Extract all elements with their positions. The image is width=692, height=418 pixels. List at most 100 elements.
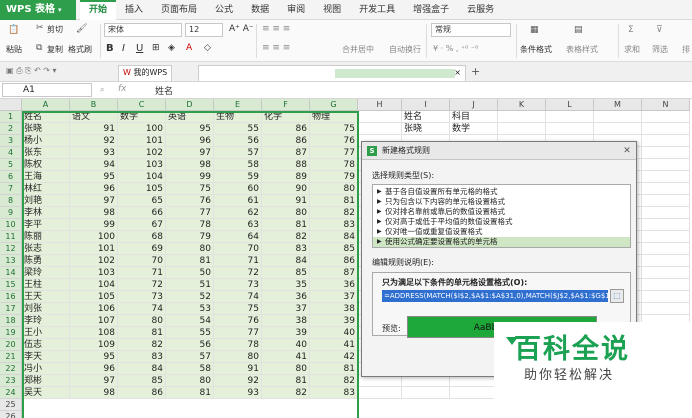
- sum-icon[interactable]: Σ: [628, 25, 634, 35]
- table-cell[interactable]: 100: [118, 123, 166, 135]
- close-tab-icon[interactable]: ×: [454, 66, 461, 80]
- table-cell[interactable]: 39: [262, 327, 310, 339]
- table-cell[interactable]: [642, 267, 690, 279]
- table-cell[interactable]: 83: [310, 387, 358, 399]
- rule-type-item[interactable]: ▶ 仅对高于或低于平均值的数值设置格式: [373, 217, 630, 227]
- table-cell[interactable]: [642, 219, 690, 231]
- table-cell[interactable]: 95: [166, 123, 214, 135]
- table-cell[interactable]: [358, 111, 402, 123]
- table-cell[interactable]: 95: [70, 351, 118, 363]
- select-all-corner[interactable]: [0, 99, 22, 111]
- bold-icon[interactable]: B: [106, 43, 114, 54]
- row-header[interactable]: 5: [0, 159, 22, 171]
- table-cell[interactable]: [642, 195, 690, 207]
- table-cell[interactable]: [546, 123, 594, 135]
- row-header[interactable]: 15: [0, 279, 22, 291]
- column-header[interactable]: H: [358, 99, 402, 111]
- table-cell[interactable]: 98: [70, 387, 118, 399]
- table-cell[interactable]: 84: [118, 363, 166, 375]
- tab-menu[interactable]: 云服务: [458, 0, 503, 20]
- table-cell[interactable]: 82: [310, 207, 358, 219]
- border-icon[interactable]: ⊞: [152, 43, 160, 53]
- clear-format-icon[interactable]: ◇: [204, 43, 211, 53]
- table-cell[interactable]: 52: [166, 291, 214, 303]
- column-header[interactable]: M: [594, 99, 642, 111]
- table-cell[interactable]: 41: [310, 339, 358, 351]
- table-cell[interactable]: 85: [118, 375, 166, 387]
- table-style-icon[interactable]: ▤: [574, 25, 583, 35]
- row-header[interactable]: 10: [0, 219, 22, 231]
- column-header[interactable]: D: [166, 99, 214, 111]
- table-cell[interactable]: [642, 147, 690, 159]
- row-header[interactable]: 4: [0, 147, 22, 159]
- table-cell[interactable]: 56: [214, 135, 262, 147]
- column-header[interactable]: G: [310, 99, 358, 111]
- table-cell[interactable]: 王柱: [22, 279, 70, 291]
- column-header[interactable]: E: [214, 99, 262, 111]
- table-cell[interactable]: [642, 291, 690, 303]
- table-cell[interactable]: 90: [262, 183, 310, 195]
- table-cell[interactable]: 75: [310, 123, 358, 135]
- table-cell[interactable]: [642, 171, 690, 183]
- table-cell[interactable]: 80: [310, 183, 358, 195]
- table-cell[interactable]: 70: [214, 243, 262, 255]
- table-cell[interactable]: 58: [166, 363, 214, 375]
- font-size-select[interactable]: 12: [185, 23, 223, 37]
- table-cell[interactable]: 数学: [118, 111, 166, 123]
- row-header[interactable]: 18: [0, 315, 22, 327]
- table-cell[interactable]: 66: [118, 207, 166, 219]
- app-menu-button[interactable]: WPS 表格 ▾: [0, 0, 76, 20]
- table-cell[interactable]: 102: [118, 147, 166, 159]
- table-cell[interactable]: 79: [166, 231, 214, 243]
- row-header[interactable]: 17: [0, 303, 22, 315]
- table-cell[interactable]: 103: [118, 159, 166, 171]
- number-style-icons[interactable]: ¥ · % , ⁺⁰ ⁻⁰: [433, 44, 478, 53]
- formula-input[interactable]: =ADDRESS(MATCH($I$2,$A$1:$A$31,0),MATCH(…: [382, 290, 608, 302]
- table-cell[interactable]: 郑彬: [22, 375, 70, 387]
- table-cell[interactable]: 77: [310, 147, 358, 159]
- table-cell[interactable]: 81: [262, 375, 310, 387]
- table-cell[interactable]: 55: [166, 327, 214, 339]
- table-cell[interactable]: 79: [310, 171, 358, 183]
- name-box[interactable]: A1: [2, 83, 92, 97]
- tab-menu[interactable]: 公式: [206, 0, 242, 20]
- table-cell[interactable]: 陈权: [22, 159, 70, 171]
- table-cell[interactable]: 73: [118, 291, 166, 303]
- table-cell[interactable]: 82: [118, 339, 166, 351]
- table-cell[interactable]: 83: [262, 243, 310, 255]
- table-cell[interactable]: 81: [166, 255, 214, 267]
- table-cell[interactable]: 姓名: [22, 111, 70, 123]
- row-header[interactable]: 26: [0, 411, 22, 418]
- font-select[interactable]: 宋体: [104, 23, 182, 37]
- table-cell[interactable]: 94: [70, 159, 118, 171]
- table-cell[interactable]: 50: [166, 267, 214, 279]
- sum-button[interactable]: 求和: [624, 44, 640, 55]
- table-cell[interactable]: 李天: [22, 351, 70, 363]
- row-header[interactable]: 25: [0, 399, 22, 411]
- table-cell[interactable]: 95: [70, 171, 118, 183]
- row-header[interactable]: 21: [0, 351, 22, 363]
- table-cell[interactable]: [358, 387, 402, 399]
- table-cell[interactable]: 76: [166, 195, 214, 207]
- rule-type-item[interactable]: ▶ 仅对排名靠前或靠后的数值设置格式: [373, 207, 630, 217]
- table-cell[interactable]: 100: [70, 231, 118, 243]
- table-cell[interactable]: 77: [214, 327, 262, 339]
- table-cell[interactable]: 104: [70, 279, 118, 291]
- filter-icon[interactable]: ⊽: [656, 25, 663, 35]
- table-cell[interactable]: 78: [214, 339, 262, 351]
- table-cell[interactable]: 80: [166, 375, 214, 387]
- table-cell[interactable]: [642, 231, 690, 243]
- table-cell[interactable]: 42: [310, 351, 358, 363]
- table-cell[interactable]: 81: [310, 195, 358, 207]
- table-cell[interactable]: 语文: [70, 111, 118, 123]
- rule-type-item[interactable]: ▶ 仅对唯一值或重复值设置格式: [373, 227, 630, 237]
- table-cell[interactable]: 104: [118, 171, 166, 183]
- table-cell[interactable]: 83: [310, 219, 358, 231]
- table-cell[interactable]: [642, 111, 690, 123]
- table-cell[interactable]: [594, 123, 642, 135]
- table-cell[interactable]: 69: [118, 243, 166, 255]
- table-cell[interactable]: [642, 135, 690, 147]
- table-cell[interactable]: 刘张: [22, 303, 70, 315]
- table-cell[interactable]: 97: [166, 147, 214, 159]
- lookup-cell[interactable]: 姓名: [402, 111, 450, 123]
